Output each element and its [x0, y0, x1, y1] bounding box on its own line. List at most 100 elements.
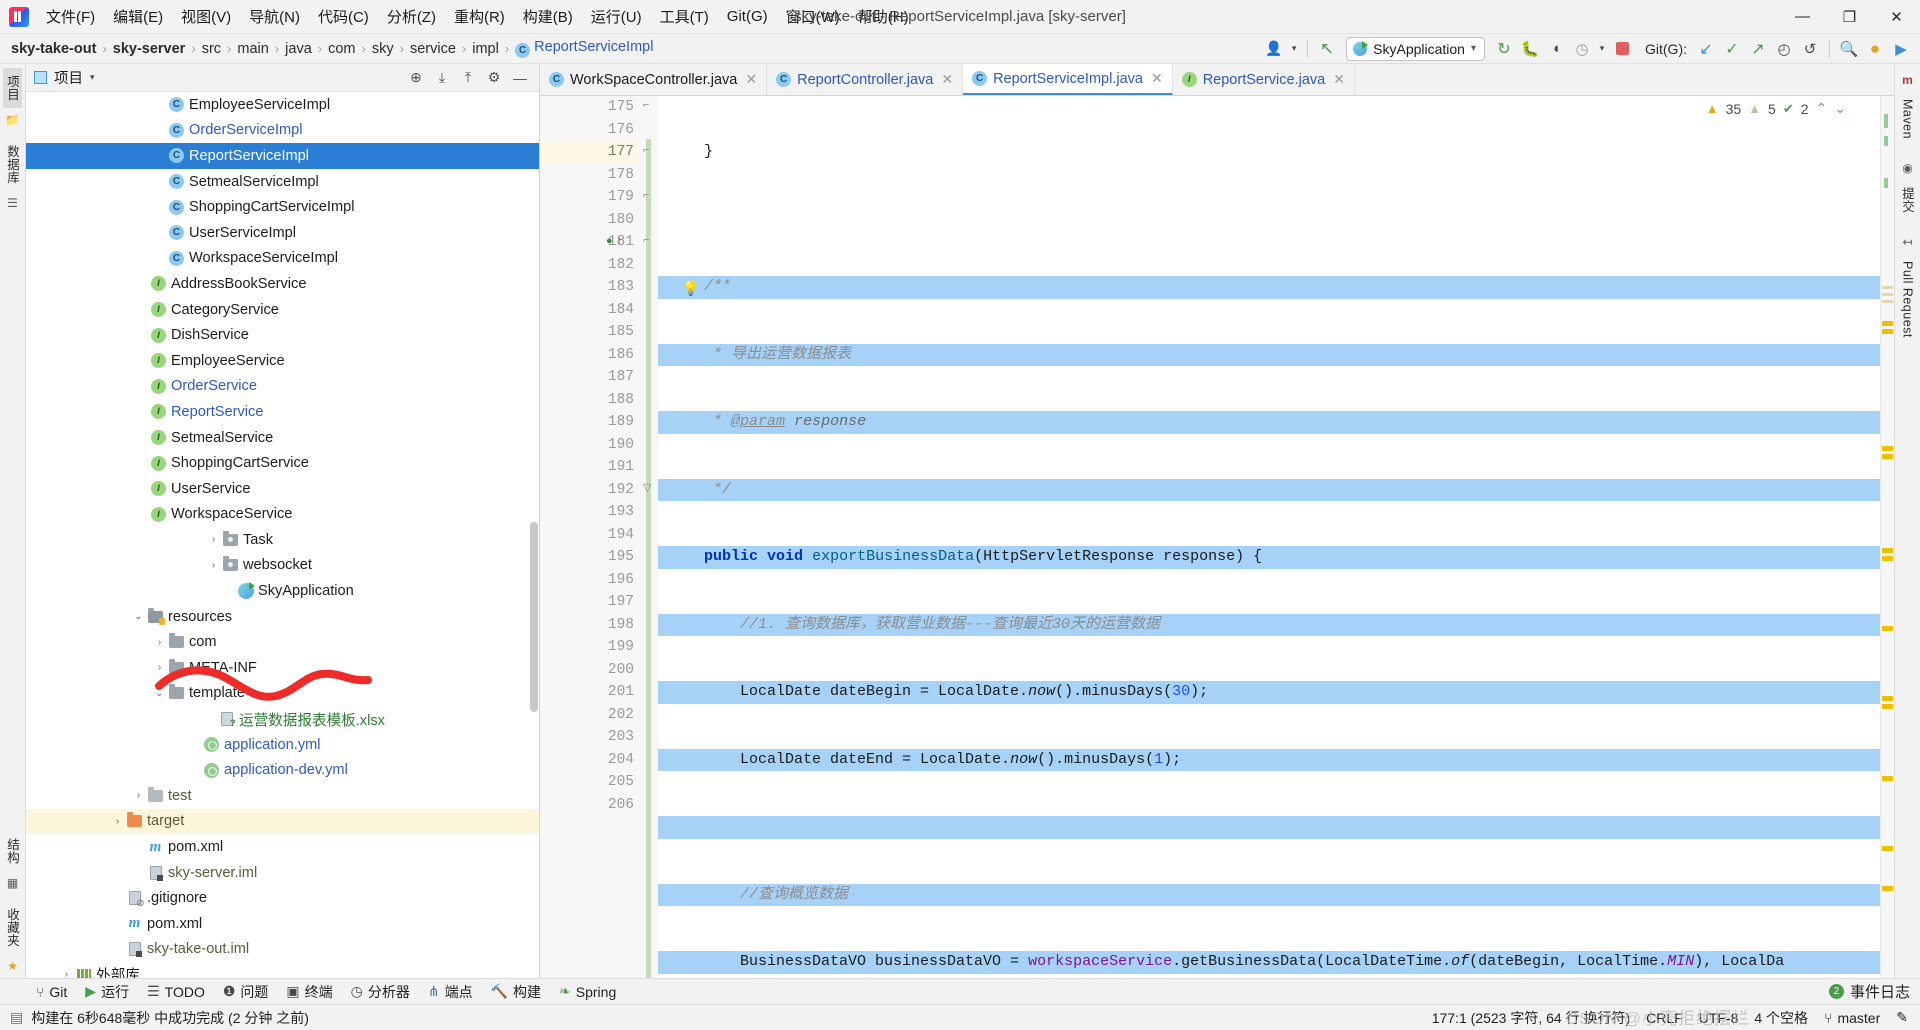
chevron-down-icon[interactable]: ⌄ — [131, 611, 146, 622]
menu-run[interactable]: 运行(U) — [582, 2, 651, 31]
menu-window[interactable]: 窗口(W) — [777, 2, 849, 31]
error-stripe-marker[interactable] — [1880, 96, 1894, 978]
tree-item-userserviceimpl[interactable]: ›C UserServiceImpl — [26, 220, 539, 246]
tree-item-template[interactable]: ⌄ template — [26, 681, 539, 707]
close-icon[interactable]: ✕ — [941, 71, 953, 88]
stripe-change[interactable] — [1884, 114, 1888, 128]
tree-item-shoppingcartserviceimpl[interactable]: ›C ShoppingCartServiceImpl — [26, 194, 539, 220]
menu-edit[interactable]: 编辑(E) — [104, 2, 172, 31]
close-button[interactable]: ✕ — [1873, 0, 1920, 34]
menu-view[interactable]: 视图(V) — [172, 2, 240, 31]
user-icon[interactable]: 👤 — [1261, 37, 1287, 61]
tree-item-com[interactable]: › com — [26, 629, 539, 655]
close-icon[interactable]: ✕ — [1151, 70, 1163, 87]
tree-item-external-libraries[interactable]: › 外部库 — [26, 962, 539, 978]
fold-icon[interactable]: ⌐ — [643, 234, 649, 246]
tree-item-reportserviceimpl[interactable]: ›C ReportServiceImpl — [26, 143, 539, 169]
run-configuration-selector[interactable]: SkyApplication ▾ — [1346, 36, 1485, 61]
chevron-right-icon[interactable]: › — [206, 560, 221, 571]
breadcrumb-sky-take-out[interactable]: sky-take-out — [8, 39, 99, 59]
stripe-warning[interactable] — [1882, 548, 1893, 553]
commit-icon[interactable]: ◉ — [1902, 156, 1912, 180]
chevron-right-icon[interactable]: › — [59, 969, 74, 978]
rail-item-commit[interactable]: 提交 — [1898, 180, 1917, 220]
menu-code[interactable]: 代码(C) — [309, 2, 378, 31]
rail-item-favorites[interactable]: 收藏夹 — [3, 901, 22, 954]
update-project-icon[interactable]: ↖ — [1314, 37, 1340, 61]
stop-icon[interactable] — [1609, 37, 1635, 61]
minimize-button[interactable]: — — [1779, 0, 1826, 34]
tab-reportserviceimpl-java[interactable]: C ReportServiceImpl.java ✕ — [963, 64, 1173, 95]
fold-icon[interactable]: ⌐ — [643, 189, 649, 201]
search-icon[interactable]: 🔍 — [1836, 37, 1862, 61]
chevron-right-icon[interactable]: › — [206, 534, 221, 545]
override-arrow-icon[interactable]: ↑ — [616, 236, 623, 248]
stripe-change[interactable] — [1884, 178, 1888, 188]
breadcrumb-sky[interactable]: sky — [369, 39, 397, 59]
rail-item-database[interactable]: 数据库 — [3, 138, 22, 191]
tree-item-application-dev-yml[interactable]: › application-dev.yml — [26, 757, 539, 783]
tree-item-skyapplication[interactable]: › SkyApplication — [26, 578, 539, 604]
tree-item-categoryservice[interactable]: ›I CategoryService — [26, 297, 539, 323]
stripe-warning[interactable] — [1882, 454, 1893, 459]
fold-icon[interactable]: ⌐ — [643, 99, 649, 111]
fold-icon[interactable]: ▽ — [643, 481, 651, 494]
tree-item-application-yml[interactable]: › application.yml — [26, 732, 539, 758]
inspection-widget[interactable]: ▲ 35 ▲ 5 ✔ 2 ⌃ ⌄ — [1701, 98, 1850, 119]
tab-workspacecontroller-java[interactable]: C WorkSpaceController.java ✕ — [540, 64, 768, 95]
breadcrumb-java[interactable]: java — [282, 39, 315, 59]
stripe-weak-warning[interactable] — [1882, 293, 1893, 296]
chevron-down-icon[interactable]: ▾ — [1595, 37, 1609, 61]
menu-refactor[interactable]: 重构(R) — [445, 2, 514, 31]
folder-icon[interactable]: 📁 — [5, 108, 20, 132]
rail-item-maven[interactable]: Maven — [1901, 92, 1915, 146]
file-encoding[interactable]: UTF-8 — [1699, 1010, 1739, 1026]
toolwindow-event-log[interactable]: 事件日志 — [1850, 981, 1910, 1002]
menu-tools[interactable]: 工具(T) — [651, 2, 718, 31]
database-icon[interactable]: ☰ — [7, 191, 18, 215]
breadcrumb-sky-server[interactable]: sky-server — [110, 39, 189, 59]
stripe-warning[interactable] — [1882, 329, 1893, 334]
implemented-method-icon[interactable]: ● — [606, 236, 613, 248]
stripe-warning[interactable] — [1882, 704, 1893, 709]
tree-item-employeeserviceimpl[interactable]: ›C EmployeeServiceImpl — [26, 92, 539, 118]
tree-item-pom-xml-root[interactable]: ›m pom.xml — [26, 911, 539, 937]
toolwindow-git[interactable]: ⑂ Git — [28, 982, 75, 1002]
pull-request-icon[interactable]: ↤ — [1902, 230, 1912, 254]
git-commit-icon[interactable]: ✓ — [1719, 37, 1745, 61]
maven-icon[interactable]: m — [1902, 68, 1913, 92]
menu-file[interactable]: 文件(F) — [37, 2, 104, 31]
editor-gutter[interactable]: 175 176 177 178 179 180 ● ↑ 181 182 183 … — [540, 96, 640, 978]
maximize-button[interactable]: ❐ — [1826, 0, 1873, 34]
menu-navigate[interactable]: 导航(N) — [240, 2, 309, 31]
chevron-right-icon[interactable]: › — [152, 637, 167, 648]
prev-problem-icon[interactable]: ⌃ — [1816, 100, 1828, 117]
settings-gear-icon[interactable]: ⚙ — [482, 67, 506, 89]
chevron-down-icon[interactable]: ▾ — [90, 72, 95, 83]
stripe-warning[interactable] — [1882, 321, 1893, 326]
menu-analyze[interactable]: 分析(Z) — [378, 2, 445, 31]
tab-reportcontroller-java[interactable]: C ReportController.java ✕ — [767, 64, 964, 95]
toolwindow-spring[interactable]: ❧ Spring — [551, 981, 624, 1002]
toolwindow-problems[interactable]: ❶ 问题 — [215, 980, 277, 1004]
tab-reportservice-java[interactable]: I ReportService.java ✕ — [1173, 64, 1355, 95]
tree-item-orderserviceimpl[interactable]: ›C OrderServiceImpl — [26, 118, 539, 144]
toolwindow-endpoints[interactable]: ⋔ 端点 — [420, 980, 481, 1004]
tree-item-meta-inf[interactable]: › META-INF — [26, 655, 539, 681]
line-separator[interactable]: CRLF — [1646, 1010, 1683, 1026]
tree-item-setmealservice[interactable]: ›I SetmealService — [26, 425, 539, 451]
inspection-level-icon[interactable]: ✎ — [1896, 1009, 1908, 1026]
star-icon[interactable]: ★ — [7, 954, 18, 978]
stripe-warning[interactable] — [1882, 696, 1893, 701]
tree-item-resources[interactable]: ⌄ resources — [26, 604, 539, 630]
tree-item-report-template-xlsx[interactable]: › 运营数据报表模板.xlsx — [26, 706, 539, 732]
ide-and-project-settings-icon[interactable]: ▶ — [1888, 37, 1914, 61]
toolwindow-todo[interactable]: ☰ TODO — [139, 981, 213, 1002]
run-icon[interactable]: ↻ — [1491, 37, 1517, 61]
stripe-weak-warning[interactable] — [1882, 286, 1893, 289]
tree-item-userservice[interactable]: ›I UserService — [26, 476, 539, 502]
tree-item-workspaceservice[interactable]: ›I WorkspaceService — [26, 502, 539, 528]
tree-item-setmealserviceimpl[interactable]: ›C SetmealServiceImpl — [26, 169, 539, 195]
stripe-warning[interactable] — [1882, 446, 1893, 451]
tree-item-test[interactable]: › test — [26, 783, 539, 809]
